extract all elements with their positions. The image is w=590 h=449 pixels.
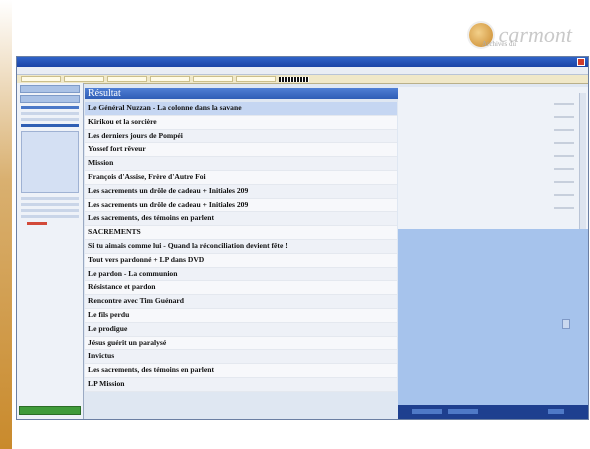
- list-item[interactable]: Les sacrements un drôle de cadeau + Init…: [85, 184, 397, 199]
- toolbar-field[interactable]: [64, 76, 104, 82]
- list-item[interactable]: SACREMENTS: [85, 226, 397, 240]
- taskbar-item[interactable]: [412, 409, 442, 414]
- row-marker: [554, 116, 574, 118]
- left-navigation-pane: [17, 83, 84, 419]
- row-marker: [554, 207, 574, 209]
- row-marker: [554, 168, 574, 170]
- toolbar-field[interactable]: [150, 76, 190, 82]
- barcode-icon: [279, 76, 309, 82]
- list-item[interactable]: Kirikou et la sorcière: [85, 115, 397, 130]
- vertical-scrollbar[interactable]: [579, 93, 586, 229]
- list-item[interactable]: Yossef fort rêveur: [85, 143, 397, 158]
- result-panel-title: Résultat: [85, 88, 400, 99]
- window-controls[interactable]: [577, 58, 585, 66]
- list-item[interactable]: LP Mission: [85, 377, 397, 392]
- list-item[interactable]: Le Général Nuzzan - La colonne dans la s…: [85, 102, 397, 116]
- status-indicator: [27, 222, 47, 225]
- taskbar: [398, 405, 588, 419]
- left-pane-header[interactable]: [20, 85, 80, 93]
- list-item[interactable]: Le fils perdu: [85, 308, 397, 323]
- menubar: [17, 67, 588, 75]
- row-marker: [554, 155, 574, 157]
- toolbar: [17, 75, 588, 84]
- nav-item[interactable]: [21, 124, 79, 127]
- result-list: Le Général Nuzzan - La colonne dans la s…: [85, 102, 397, 392]
- list-item[interactable]: Les sacrements, des témoins en parlent: [85, 364, 397, 378]
- list-item[interactable]: Jésus guérit un paralysé: [85, 336, 397, 351]
- right-pane: [398, 87, 588, 419]
- list-item[interactable]: Résistance et pardon: [85, 281, 397, 296]
- row-marker: [554, 103, 574, 105]
- row-marker: [554, 129, 574, 131]
- nav-item[interactable]: [21, 209, 79, 212]
- nav-item[interactable]: [21, 203, 79, 206]
- list-item[interactable]: Les sacrements, des témoins en parlent: [85, 212, 397, 227]
- nav-item[interactable]: [21, 197, 79, 200]
- list-item[interactable]: Les derniers jours de Pompéi: [85, 129, 397, 144]
- list-item[interactable]: Mission: [85, 157, 397, 171]
- list-item[interactable]: François d'Assise, Frère d'Autre Foi: [85, 170, 397, 185]
- list-item[interactable]: Les sacrements un drôle de cadeau + Init…: [85, 198, 397, 213]
- action-button[interactable]: [19, 406, 81, 415]
- right-pane-button[interactable]: [562, 319, 570, 329]
- toolbar-field[interactable]: [236, 76, 276, 82]
- list-item[interactable]: Tout vers pardonné + LP dans DVD: [85, 253, 397, 268]
- nav-item[interactable]: [21, 106, 79, 109]
- right-pane-list: [398, 87, 588, 229]
- toolbar-field[interactable]: [21, 76, 61, 82]
- nav-group[interactable]: [21, 131, 79, 193]
- nav-item[interactable]: [21, 215, 79, 218]
- nav-item[interactable]: [21, 118, 79, 121]
- list-item[interactable]: Invictus: [85, 350, 397, 365]
- close-icon[interactable]: [577, 58, 585, 66]
- list-item[interactable]: Le pardon - La communion: [85, 267, 397, 282]
- row-marker: [554, 142, 574, 144]
- app-window: Résultat Le Général Nuzzan - La colonne …: [16, 56, 589, 420]
- window-titlebar: [17, 57, 588, 67]
- taskbar-clock: [548, 409, 564, 414]
- list-item[interactable]: Le prodigue: [85, 322, 397, 337]
- brand-logo: Archives du carmont: [468, 22, 572, 48]
- list-item[interactable]: Rencontre avec Tim Guénard: [85, 295, 397, 309]
- slide-left-band: [0, 0, 12, 449]
- toolbar-field[interactable]: [193, 76, 233, 82]
- list-item[interactable]: Si tu aimais comme lui - Quand la réconc…: [85, 239, 397, 254]
- taskbar-item[interactable]: [448, 409, 478, 414]
- left-pane-header[interactable]: [20, 95, 80, 103]
- nav-item[interactable]: [21, 112, 79, 115]
- row-marker: [554, 194, 574, 196]
- row-marker: [554, 181, 574, 183]
- brand-small-text: Archives du: [481, 40, 516, 48]
- toolbar-field[interactable]: [107, 76, 147, 82]
